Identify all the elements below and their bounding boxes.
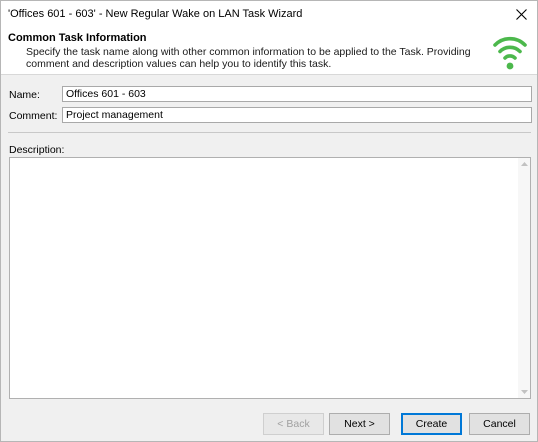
back-button[interactable]: < Back <box>263 413 324 435</box>
close-button[interactable] <box>505 1 537 28</box>
header-title: Common Task Information <box>8 32 147 44</box>
description-textarea[interactable] <box>9 157 531 399</box>
description-label: Description: <box>9 144 65 156</box>
next-button[interactable]: Next > <box>329 413 390 435</box>
window-title: 'Offices 601 - 603' - New Regular Wake o… <box>8 8 303 20</box>
create-button[interactable]: Create <box>401 413 462 435</box>
title-bar: 'Offices 601 - 603' - New Regular Wake o… <box>1 1 537 28</box>
comment-input[interactable]: Project management <box>62 107 532 123</box>
close-icon <box>515 9 527 20</box>
wizard-header: Common Task Information Specify the task… <box>1 28 537 74</box>
scroll-up-icon[interactable] <box>518 158 530 170</box>
comment-label: Comment: <box>9 110 58 122</box>
name-label: Name: <box>9 89 40 101</box>
wizard-window: 'Offices 601 - 603' - New Regular Wake o… <box>0 0 538 442</box>
scroll-down-icon[interactable] <box>518 386 530 398</box>
cancel-button[interactable]: Cancel <box>469 413 530 435</box>
vertical-scrollbar[interactable] <box>518 158 530 398</box>
description-text <box>10 158 530 162</box>
name-input[interactable]: Offices 601 - 603 <box>62 86 532 102</box>
form-divider <box>8 132 531 133</box>
header-separator <box>1 74 537 75</box>
header-description: Specify the task name along with other c… <box>26 46 471 70</box>
wifi-icon <box>493 36 527 70</box>
